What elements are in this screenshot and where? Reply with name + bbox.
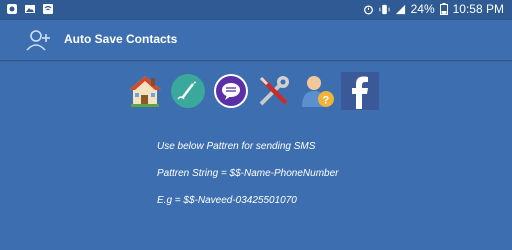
pattern-string-text: Pattren String = $$-Name-PhoneNumber	[157, 168, 339, 179]
status-bar: 24% 10:58 PM	[0, 0, 512, 20]
battery-icon	[439, 3, 448, 15]
battery-percent: 24%	[410, 2, 435, 16]
app-bar-divider	[0, 60, 512, 61]
wifi-icon	[43, 4, 53, 14]
messages-icon	[214, 74, 248, 108]
messages-button[interactable]	[212, 72, 250, 110]
facebook-button[interactable]	[341, 72, 379, 110]
facebook-icon	[341, 72, 379, 110]
status-time: 10:58 PM	[452, 2, 504, 16]
add-contact-icon[interactable]	[26, 28, 52, 52]
status-right: 24% 10:58 PM	[363, 2, 504, 16]
settings-tools-icon	[259, 76, 289, 106]
home-button[interactable]	[126, 72, 164, 110]
status-left-icons	[6, 3, 54, 15]
image-icon	[25, 5, 35, 13]
home-icon	[129, 76, 161, 107]
settings-button[interactable]	[255, 72, 293, 110]
help-button[interactable]: ?	[298, 72, 336, 110]
app-title: Auto Save Contacts	[64, 32, 178, 46]
instruction-text: Use below Pattren for sending SMS	[157, 141, 316, 152]
notification-icon	[7, 4, 17, 14]
edit-pattern-button[interactable]	[169, 72, 207, 110]
vibrate-icon	[379, 4, 390, 14]
app-bar: Auto Save Contacts	[0, 20, 512, 60]
example-text: E.g = $$-Naveed-03425501070	[157, 195, 297, 206]
help-user-icon: ?	[302, 76, 334, 107]
alarm-icon	[363, 4, 373, 14]
icon-toolbar: ?	[126, 72, 379, 110]
edit-pattern-icon	[171, 74, 205, 108]
svg-text:?: ?	[323, 95, 330, 107]
signal-icon	[395, 4, 405, 14]
